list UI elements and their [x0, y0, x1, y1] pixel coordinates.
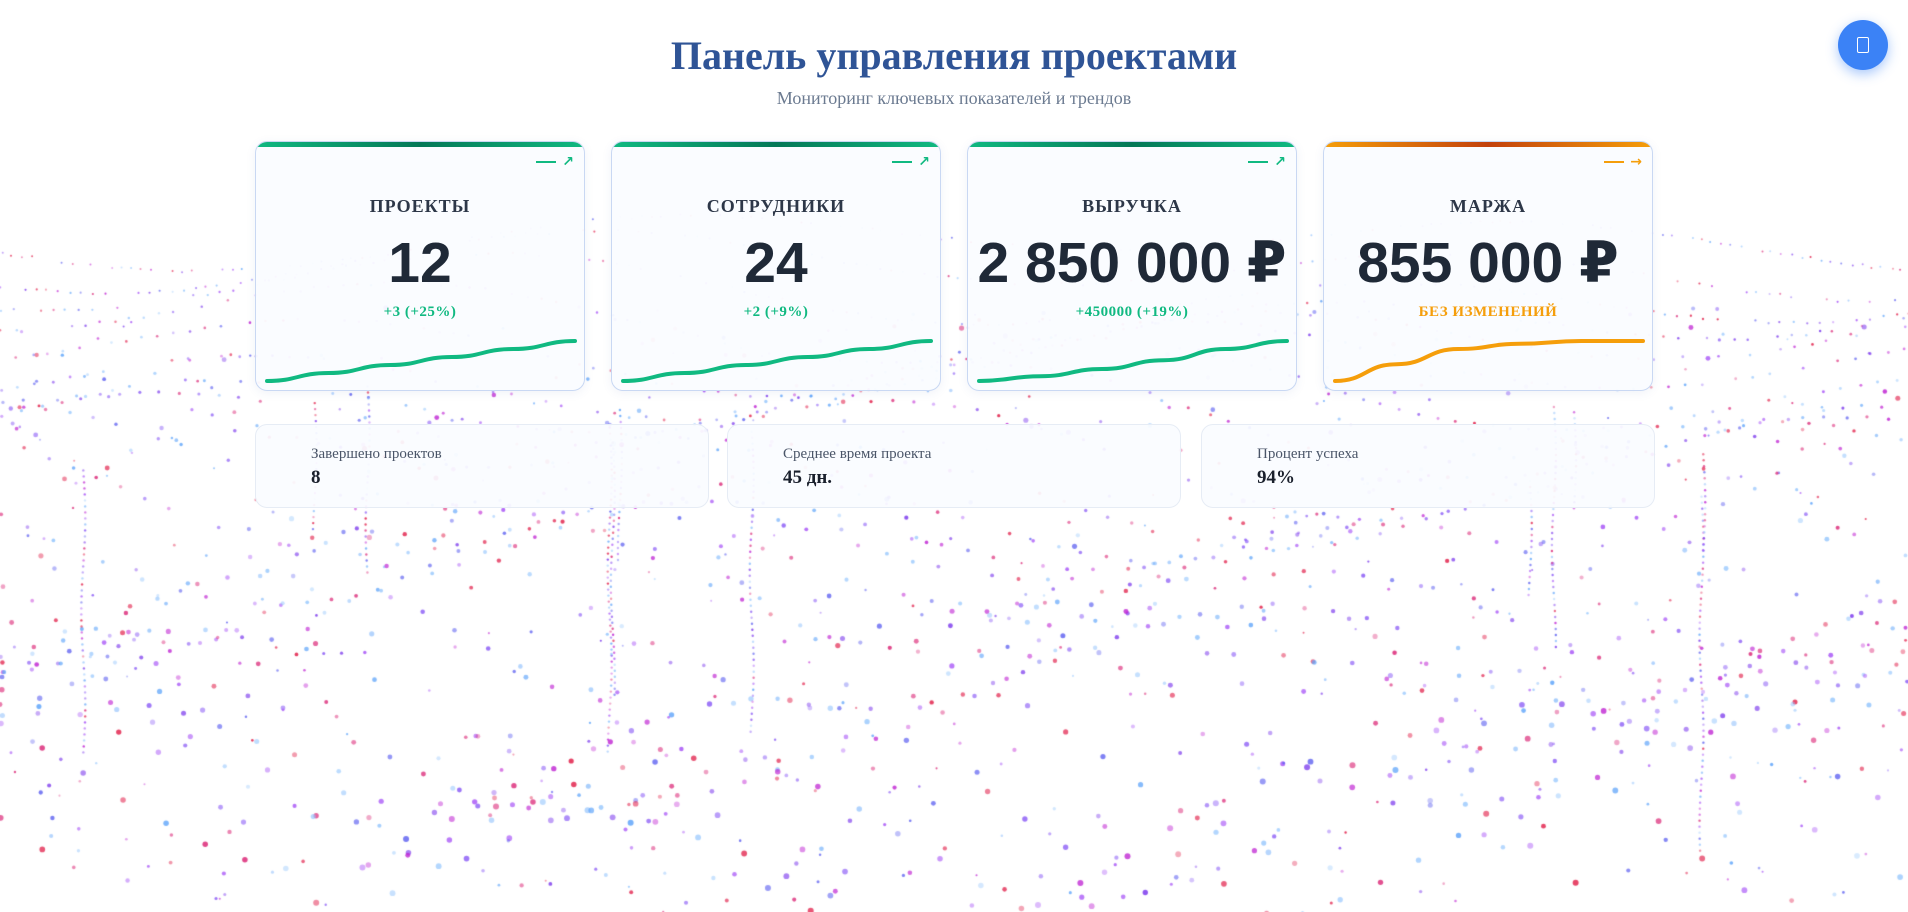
card-accent-bar: [612, 142, 940, 147]
kpi-sparkline: [621, 339, 933, 383]
kpi-card-projects: ↗ ПРОЕКТЫ 12 +3 (+25%): [255, 141, 585, 391]
kpi-value: 12: [388, 231, 452, 295]
stat-label: Среднее время проекта: [783, 446, 932, 462]
stat-label: Завершено проектов: [311, 446, 442, 462]
sparkline-path: [977, 339, 1289, 383]
card-accent-bar: [968, 142, 1296, 147]
document-icon: [1857, 37, 1869, 53]
kpi-change: +450000 (+19%): [1075, 304, 1189, 320]
dashboard-page: Панель управления проектами Мониторинг к…: [0, 0, 1908, 912]
kpi-value: 2 850 000 ₽: [977, 231, 1287, 295]
kpi-change: +3 (+25%): [383, 304, 457, 320]
page-header: Панель управления проектами Мониторинг к…: [0, 30, 1908, 110]
stat-value: 94%: [1257, 467, 1295, 488]
kpi-label: СОТРУДНИКИ: [706, 196, 846, 216]
kpi-label: ПРОЕКТЫ: [369, 196, 471, 216]
trend-dash: [1248, 161, 1269, 163]
stat-label: Процент успеха: [1257, 446, 1359, 462]
stat-average-project-time: Среднее время проекта 45 дн.: [727, 424, 1181, 508]
kpi-label: МАРЖА: [1449, 196, 1527, 216]
trend-indicator: →: [1604, 154, 1642, 170]
kpi-sparkline: [977, 339, 1289, 383]
trend-indicator: ↗: [892, 154, 930, 170]
kpi-change: +2 (+9%): [743, 304, 809, 320]
kpi-value: 855 000 ₽: [1357, 231, 1619, 295]
kpi-change: БЕЗ ИЗМЕНЕНИЙ: [1418, 304, 1558, 320]
trend-dash: [892, 161, 913, 163]
page-subtitle: Мониторинг ключевых показателей и трендо…: [776, 88, 1132, 108]
sparkline-path: [621, 339, 933, 383]
kpi-card-margin: → МАРЖА 855 000 ₽ БЕЗ ИЗМЕНЕНИЙ: [1323, 141, 1653, 391]
kpi-card-employees: ↗ СОТРУДНИКИ 24 +2 (+9%): [611, 141, 941, 391]
trend-dash: [1604, 161, 1625, 163]
card-accent-bar: [1324, 142, 1652, 147]
trend-indicator: ↗: [1248, 154, 1286, 170]
stat-completed-projects: Завершено проектов 8: [255, 424, 709, 508]
trend-dash: [536, 161, 557, 163]
export-button[interactable]: [1838, 20, 1888, 70]
kpi-value: 24: [744, 231, 808, 295]
trend-up-icon: ↗: [562, 154, 574, 170]
kpi-sparkline: [1333, 339, 1645, 383]
stat-value: 45 дн.: [783, 467, 833, 488]
trend-up-icon: ↗: [918, 154, 930, 170]
trend-right-icon: →: [1630, 154, 1642, 170]
trend-up-icon: ↗: [1274, 154, 1286, 170]
kpi-card-revenue: ↗ ВЫРУЧКА 2 850 000 ₽ +450000 (+19%): [967, 141, 1297, 391]
kpi-label: ВЫРУЧКА: [1082, 196, 1182, 216]
stat-success-rate: Процент успеха 94%: [1201, 424, 1655, 508]
kpi-sparkline: [265, 339, 577, 383]
sparkline-path: [1333, 339, 1645, 383]
stat-value: 8: [311, 467, 321, 488]
trend-indicator: ↗: [536, 154, 574, 170]
sparkline-path: [265, 339, 577, 383]
card-accent-bar: [256, 142, 584, 147]
page-title: Панель управления проектами: [670, 33, 1238, 78]
